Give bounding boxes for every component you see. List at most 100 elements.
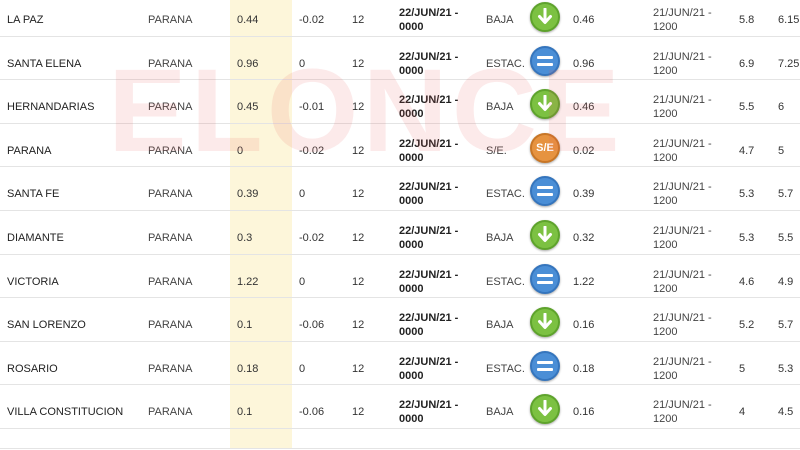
trend-label: ESTAC.: [486, 362, 525, 375]
time-line: 0000: [399, 326, 424, 339]
level-variation: -0.02: [299, 14, 325, 26]
alert-level: 5: [739, 362, 746, 375]
river-name: PARANA: [148, 319, 193, 332]
period-hours: 12: [352, 101, 365, 114]
trend-badge: [530, 219, 560, 250]
alert-level: 5.3: [739, 188, 755, 201]
measurement-date: 22/JUN/21 -0000: [399, 311, 458, 339]
period-hours: 12: [352, 319, 365, 332]
trend-label: BAJA: [486, 231, 514, 244]
current-level-cell: 0.1: [230, 298, 292, 341]
time-line: 0000: [399, 64, 424, 77]
previous-level: 0.18: [573, 362, 595, 375]
date-line: 22/JUN/21 -: [399, 181, 459, 194]
trend-badge: [530, 176, 560, 207]
period-hours: 12: [352, 275, 365, 288]
current-level: 0.45: [237, 101, 259, 114]
trend-badge: [530, 394, 560, 425]
previous-level: 0.46: [573, 14, 595, 26]
level-variation: -0.06: [299, 406, 325, 419]
station-name: SANTA FE: [7, 188, 60, 201]
previous-date: 21/JUN/21 -1200: [653, 398, 712, 426]
previous-level: 0.32: [573, 231, 595, 244]
period-hours: 12: [352, 406, 365, 419]
date-line: 22/JUN/21 -: [399, 137, 459, 150]
date-line: 22/JUN/21 -: [399, 50, 459, 63]
equals-icon: [530, 350, 560, 381]
station-name: SANTA ELENA: [7, 57, 82, 70]
previous-date: 21/JUN/21 -1200: [653, 311, 712, 339]
table-row: HERNANDARIAS PARANA 0.45 -0.01 12 22/JUN/21 -…: [0, 80, 800, 124]
level-variation: -0.01: [299, 101, 325, 114]
trend-badge: [530, 350, 560, 381]
current-level: 0.1: [237, 319, 253, 332]
measurement-date: 22/JUN/21 -0000: [399, 268, 458, 296]
station-name: HERNANDARIAS: [7, 101, 95, 114]
prev-time-line: 1200: [653, 151, 678, 164]
river-name: PARANA: [148, 231, 193, 244]
period-hours: 12: [352, 231, 365, 244]
station-name: PARANA: [7, 144, 52, 157]
level-variation: -0.06: [299, 319, 325, 332]
alert-level: 5.3: [739, 231, 755, 244]
se-icon-label: S/E: [536, 141, 554, 154]
previous-date: 21/JUN/21 -1200: [653, 268, 712, 296]
station-name: DIAMANTE: [7, 231, 64, 244]
alert-level: 5.8: [739, 14, 755, 26]
previous-date: 21/JUN/21 -1200: [653, 355, 712, 383]
time-line: 0000: [399, 369, 424, 382]
trend-label: S/E.: [486, 144, 507, 157]
trend-badge: [530, 2, 560, 32]
river-name: PARANA: [148, 144, 193, 157]
evacuation-level: 5.5: [778, 231, 794, 244]
prev-date-line: 21/JUN/21 -: [653, 50, 712, 63]
trend-label: BAJA: [486, 14, 514, 26]
prev-time-line: 1200: [653, 195, 678, 208]
alert-level: 5.5: [739, 101, 755, 114]
previous-date: 21/JUN/21 -1200: [653, 180, 712, 208]
trend-label: BAJA: [486, 319, 514, 332]
trend-badge: [530, 263, 560, 294]
trend-label: BAJA: [486, 101, 514, 114]
se-icon: S/E: [530, 132, 560, 163]
equals-icon: [530, 45, 560, 76]
prev-date-line: 21/JUN/21 -: [653, 137, 712, 150]
river-name: PARANA: [148, 406, 193, 419]
period-hours: 12: [352, 14, 365, 26]
prev-date-line: 21/JUN/21 -: [653, 399, 712, 412]
trend-badge: [530, 307, 560, 338]
equals-icon: [530, 176, 560, 207]
period-hours: 12: [352, 188, 365, 201]
evacuation-level: 4.5: [778, 406, 794, 419]
evacuation-level: 6.15: [778, 14, 800, 26]
measurement-date: 22/JUN/21 -0000: [399, 93, 458, 121]
level-variation: 0: [299, 275, 306, 288]
arrow-down-icon: [530, 219, 560, 250]
date-line: 22/JUN/21 -: [399, 399, 459, 412]
current-level-cell: 0.44: [230, 0, 292, 36]
previous-level: 0.16: [573, 406, 595, 419]
prev-time-line: 1200: [653, 108, 678, 121]
table-row: ROSARIO PARANA 0.18 0 12 22/JUN/21 -0000 ESTAC…: [0, 341, 800, 386]
measurement-date: 22/JUN/21 -0000: [399, 398, 458, 426]
date-line: 22/JUN/21 -: [399, 94, 459, 107]
time-line: 0000: [399, 108, 424, 121]
prev-date-line: 21/JUN/21 -: [653, 355, 712, 368]
current-level: 1.22: [237, 275, 259, 288]
table-row: LA PAZ PARANA 0.44 -0.02 12 22/JUN/21 - 0000 BA…: [0, 0, 800, 37]
evacuation-level: 4.9: [778, 275, 794, 288]
table-row: VILLA CONSTITUCION PARANA 0.1 -0.06 12 22/JUN…: [0, 385, 800, 429]
trend-label: ESTAC.: [486, 275, 525, 288]
period-hours: 12: [352, 57, 365, 70]
trend-label: ESTAC.: [486, 57, 525, 70]
station-name: VICTORIA: [7, 275, 59, 288]
prev-date-line: 21/JUN/21 -: [653, 181, 712, 194]
measurement-date: 22/JUN/21 -0000: [399, 355, 458, 383]
current-level-cell: 1.22: [230, 254, 292, 298]
alert-level: 5.2: [739, 319, 755, 332]
arrow-down-icon: [530, 307, 560, 338]
arrow-down-icon: [530, 394, 560, 425]
prev-time-line: 1200: [653, 282, 678, 295]
arrow-down-icon: [530, 2, 560, 32]
alert-level: 4.7: [739, 144, 755, 157]
